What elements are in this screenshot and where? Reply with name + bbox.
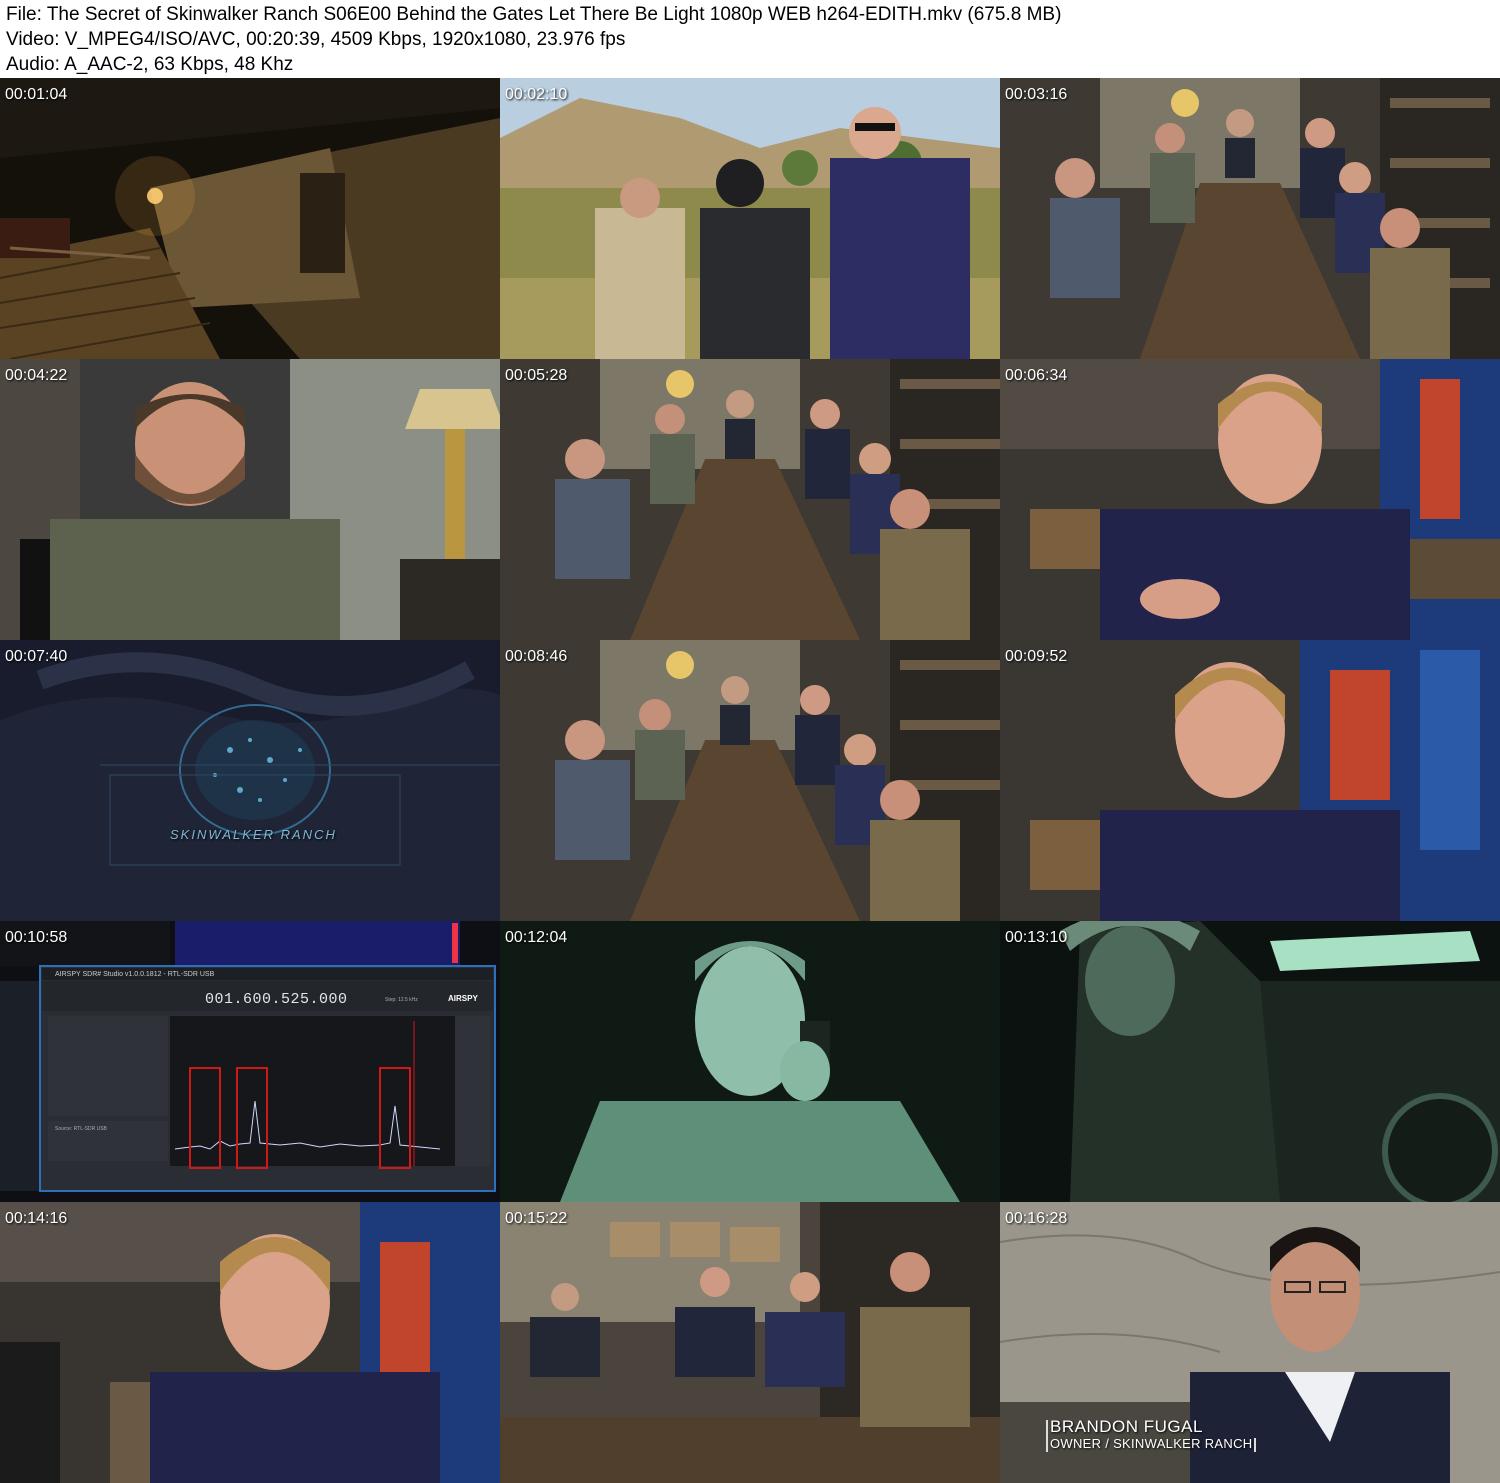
sdr-logo: AIRSPY — [448, 994, 478, 1003]
thumbnail-night-vision-radio: 00:12:04 — [500, 921, 1000, 1202]
timestamp-label: 00:14:16 — [5, 1210, 68, 1227]
timestamp-label: 00:09:52 — [1005, 648, 1068, 665]
thumbnail-grid: 00:01:04 00:02:10 00:03:16 00:04:22 00:0… — [0, 78, 1500, 1483]
sdr-source-label: Source: RTL-SDR USB — [55, 1126, 107, 1132]
thumbnail-brandon-interview: 00:16:28 BRANDON FUGAL OWNER / SKINWALKE… — [1000, 1202, 1500, 1483]
sdr-frequency-display[interactable]: 001.600.525.000 — [205, 991, 348, 1008]
lower-third-bar — [1046, 1420, 1048, 1452]
thumbnail-blond-man-interview: 00:06:34 — [1000, 359, 1500, 640]
sdr-window-title: AIRSPY SDR# Studio v1.0.0.1812 - RTL-SDR… — [55, 971, 215, 978]
thumbnail-porch-night: 00:01:04 — [0, 78, 500, 359]
thumbnail-bearded-man-interview: 00:04:22 — [0, 359, 500, 640]
thumbnail-conference-table: 00:08:46 — [500, 640, 1000, 921]
thumbnail-field-three-men: 00:02:10 — [500, 78, 1000, 359]
thumbnail-blond-man-talking: 00:14:16 — [0, 1202, 500, 1483]
file-info-line: File: The Secret of Skinwalker Ranch S06… — [6, 4, 1062, 25]
video-info-line: Video: V_MPEG4/ISO/AVC, 00:20:39, 4509 K… — [6, 29, 626, 50]
lower-third-end-bar — [1254, 1438, 1256, 1452]
timestamp-label: 00:06:34 — [1005, 367, 1068, 384]
title-card-text: SKINWALKER RANCH — [170, 827, 337, 842]
timestamp-label: 00:16:28 — [1005, 1210, 1068, 1227]
sdr-step-label: Step: 12.5 kHz — [385, 997, 418, 1003]
thumbnail-conference-table: 00:03:16 — [1000, 78, 1500, 359]
audio-info-line: Audio: A_AAC-2, 63 Kbps, 48 Khz — [6, 54, 294, 75]
thumbnail-blond-man-interview: 00:09:52 — [1000, 640, 1500, 921]
timestamp-label: 00:03:16 — [1005, 86, 1068, 103]
timestamp-label: 00:08:46 — [505, 648, 568, 665]
timestamp-label: 00:05:28 — [505, 367, 568, 384]
timestamp-label: 00:10:58 — [5, 929, 68, 946]
lower-third-name: BRANDON FUGAL — [1050, 1417, 1203, 1436]
timestamp-label: 00:02:10 — [505, 86, 568, 103]
lower-third-title: OWNER / SKINWALKER RANCH — [1050, 1436, 1253, 1451]
timestamp-label: 00:15:22 — [505, 1210, 568, 1227]
thumbnail-night-vision-vehicle: 00:13:10 — [1000, 921, 1500, 1202]
thumbnail-title-card: 00:07:40 SKINWALKER RANCH — [0, 640, 500, 921]
timestamp-label: 00:07:40 — [5, 648, 68, 665]
thumbnail-conference-table: 00:05:28 — [500, 359, 1000, 640]
timestamp-label: 00:13:10 — [1005, 929, 1068, 946]
timestamp-label: 00:01:04 — [5, 86, 68, 103]
file-info-header: File: The Secret of Skinwalker Ranch S06… — [0, 0, 1500, 78]
thumbnail-conference-group: 00:15:22 — [500, 1202, 1000, 1483]
timestamp-label: 00:12:04 — [505, 929, 568, 946]
thumbnail-sdr-software: AIRSPY SDR# Studio v1.0.0.1812 - RTL-SDR… — [0, 921, 500, 1202]
timestamp-label: 00:04:22 — [5, 367, 68, 384]
